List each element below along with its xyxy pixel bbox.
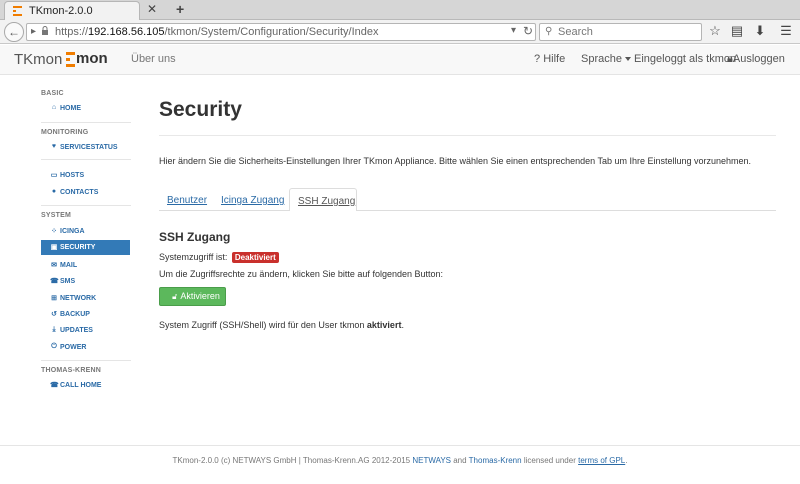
download-icon: ⤓	[52, 326, 56, 333]
sidebar-item-updates[interactable]: ⤓ UPDATES	[41, 323, 130, 338]
footer: TKmon-2.0.0 (c) NETWAYS GmbH | Thomas-Kr…	[172, 456, 628, 465]
footer-link-thomas-krenn[interactable]: Thomas-Krenn	[469, 456, 522, 465]
sidebar-item-network[interactable]: ⊞ NETWORK	[41, 291, 130, 306]
user-icon: ●	[51, 188, 57, 195]
tabs-baseline	[159, 210, 776, 211]
app-navbar: TKmon mon Über uns ? Hilfe Sprache Einge…	[0, 45, 800, 75]
tab-ssh-zugang-label: SSH Zugang	[298, 196, 356, 207]
home-icon: ⌂	[51, 104, 57, 111]
sidebar-item-mail[interactable]: ✉ MAIL	[41, 258, 130, 273]
activate-button[interactable]: 🔓︎ Aktivieren	[159, 287, 226, 306]
caret-down-icon	[624, 57, 631, 62]
sidebar-item-power[interactable]: ⏻ POWER	[41, 340, 130, 355]
footer-divider	[0, 445, 800, 446]
system-access-label: Systemzugriff ist:	[159, 252, 228, 262]
help-link[interactable]: ? Hilfe	[534, 53, 565, 65]
lock-icon	[42, 26, 48, 35]
browser-tab[interactable]: TKmon-2.0.0	[4, 1, 140, 20]
sidebar-item-security[interactable]: ▣ SECURITY	[41, 240, 130, 255]
language-dropdown[interactable]: Sprache	[581, 53, 631, 65]
back-button[interactable]: ←	[4, 22, 24, 42]
icinga-icon: ⁘	[51, 228, 57, 235]
logo-text: mon	[76, 50, 108, 67]
logout-link[interactable]: 🔒︎Ausloggen	[727, 53, 785, 66]
sidebar-item-contacts[interactable]: ● CONTACTS	[41, 185, 130, 200]
url-text: https://192.168.56.105/tkmon/System/Conf…	[55, 26, 379, 38]
backup-icon: ↺	[51, 311, 57, 318]
tab-close-icon[interactable]: ✕	[147, 2, 157, 16]
intro-text: Hier ändern Sie die Sicherheits-Einstell…	[159, 156, 752, 166]
sidebar-section-system: SYSTEM	[41, 212, 71, 219]
sidebar-item-icinga[interactable]: ⁘ ICINGA	[41, 224, 130, 239]
heart-icon: ♥	[51, 143, 57, 150]
tab-benutzer[interactable]: Benutzer	[167, 195, 207, 206]
help-icon: ?	[534, 53, 541, 65]
search-bar[interactable]: ⚲ Search	[539, 23, 702, 41]
tkmon-favicon-icon	[13, 6, 22, 16]
site-info-icon[interactable]: ▸	[31, 26, 36, 37]
logged-in-user: Eingeloggt als tkmon	[634, 53, 737, 65]
tab-ssh-zugang[interactable]: SSH Zugang	[289, 188, 357, 211]
status-badge: Deaktiviert	[231, 252, 279, 264]
tkmon-logo[interactable]: mon	[66, 50, 110, 68]
footer-link-gpl[interactable]: terms of GPL	[578, 456, 625, 465]
sidebar-divider	[41, 360, 131, 361]
mail-icon: ✉	[51, 262, 57, 269]
download-icon[interactable]: ⬇	[752, 23, 768, 39]
url-dropdown-icon[interactable]: ▾	[511, 25, 516, 36]
sidebar-section-monitoring: MONITORING	[41, 129, 89, 136]
sidebar-divider	[41, 159, 131, 160]
sidebar-item-backup[interactable]: ↺ BACKUP	[41, 307, 130, 322]
sidebar-divider	[41, 122, 131, 123]
phone-icon: ☎	[50, 382, 59, 389]
bookmark-star-icon[interactable]: ☆	[707, 23, 723, 39]
system-access-line: Systemzugriff ist: Deaktiviert	[159, 252, 279, 264]
unlock-icon: 🔓︎	[172, 292, 178, 301]
sidebar-item-home[interactable]: ⌂ HOME	[41, 101, 130, 116]
new-tab-icon[interactable]: +	[176, 1, 184, 17]
nav-about-link[interactable]: Über uns	[131, 53, 176, 65]
sidebar-item-call-home[interactable]: ☎ CALL HOME	[41, 378, 130, 393]
brand-title[interactable]: TKmon	[14, 51, 62, 68]
sidebar-section-basic: BASIC	[41, 90, 64, 97]
search-placeholder: Search	[558, 26, 593, 38]
ssh-status-value: aktiviert	[366, 320, 402, 330]
hint-text: Um die Zugriffsrechte zu ändern, klicken…	[159, 269, 443, 279]
lock-icon: ▣	[50, 244, 58, 251]
reload-icon[interactable]: ↻	[523, 24, 533, 38]
ssh-status-text: System Zugriff (SSH/Shell) wird für den …	[159, 320, 404, 330]
tab-icinga-zugang[interactable]: Icinga Zugang	[221, 195, 284, 206]
sidebar-divider	[41, 205, 131, 206]
phone-icon: ☎	[50, 278, 59, 285]
search-icon: ⚲	[545, 26, 553, 37]
menu-icon[interactable]: ☰	[778, 23, 794, 39]
sidebar-item-sms[interactable]: ☎ SMS	[41, 274, 130, 289]
section-title: SSH Zugang	[159, 230, 231, 244]
sidebar-item-hosts[interactable]: ▭ HOSTS	[41, 168, 130, 183]
browser-toolbar: ← ▸ https://192.168.56.105/tkmon/System/…	[0, 20, 800, 44]
network-icon: ⊞	[51, 295, 57, 302]
title-divider	[159, 135, 776, 136]
address-bar[interactable]: ▸ https://192.168.56.105/tkmon/System/Co…	[26, 23, 536, 41]
sidebar-section-thomas-krenn: THOMAS-KRENN	[41, 367, 101, 374]
browser-tab-title: TKmon-2.0.0	[29, 5, 93, 17]
reading-list-icon[interactable]: ▤	[729, 23, 745, 39]
page-title: Security	[159, 98, 242, 121]
footer-link-netways[interactable]: NETWAYS	[412, 456, 451, 465]
browser-tab-strip: TKmon-2.0.0 ✕ +	[0, 0, 800, 20]
power-icon: ⏻	[51, 343, 57, 350]
monitor-icon: ▭	[50, 172, 58, 179]
sidebar-item-servicestatus[interactable]: ♥ SERVICESTATUS	[41, 140, 130, 155]
